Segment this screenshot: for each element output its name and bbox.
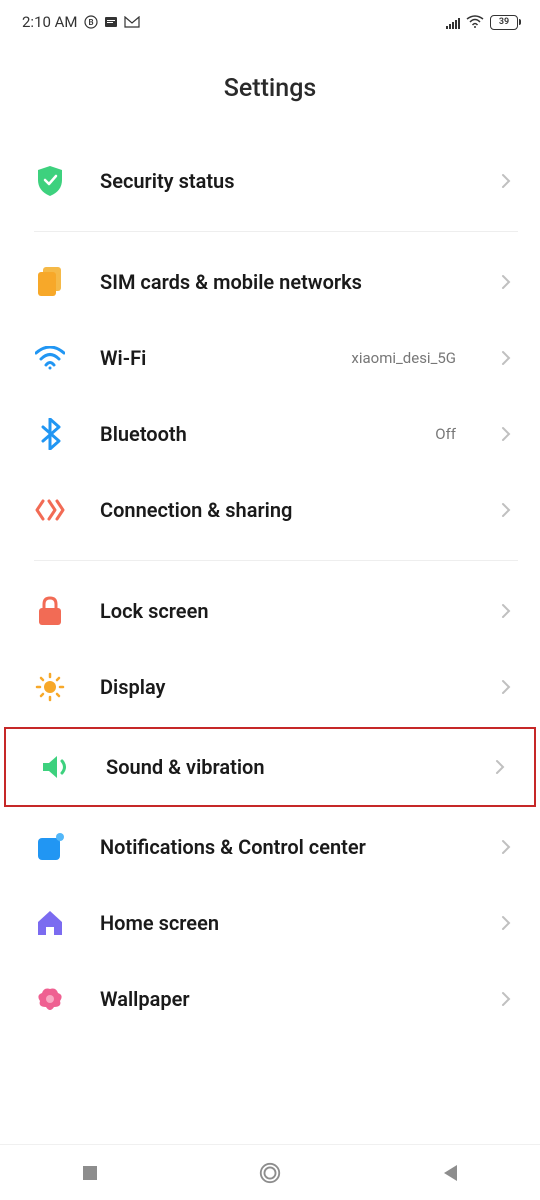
speaker-icon — [40, 751, 72, 783]
battery-icon: 39 — [490, 15, 518, 30]
brightness-icon — [34, 671, 66, 703]
wifi-icon — [34, 342, 66, 374]
row-label: Lock screen — [100, 599, 466, 623]
highlight-sound-vibration: Sound & vibration — [4, 727, 536, 807]
chevron-right-icon — [500, 273, 518, 291]
row-label: Sound & vibration — [106, 755, 460, 779]
row-display[interactable]: Display — [0, 649, 540, 725]
chevron-right-icon — [500, 678, 518, 696]
row-label: Wallpaper — [100, 987, 466, 1011]
back-button[interactable] — [438, 1161, 462, 1185]
row-wallpaper[interactable]: Wallpaper — [0, 961, 540, 1037]
chevron-right-icon — [500, 914, 518, 932]
status-time: 2:10 AM — [22, 13, 78, 31]
gmail-icon — [124, 16, 140, 28]
chevron-right-icon — [500, 349, 518, 367]
row-sound-vibration[interactable]: Sound & vibration — [6, 729, 534, 805]
row-security-status[interactable]: Security status — [0, 143, 540, 219]
home-button[interactable] — [258, 1161, 282, 1185]
settings-list: Security status SIM cards & mobile netwo… — [0, 143, 540, 1037]
svg-text:B: B — [88, 18, 93, 27]
flower-icon — [34, 983, 66, 1015]
home-icon — [34, 907, 66, 939]
recents-button[interactable] — [78, 1161, 102, 1185]
row-home-screen[interactable]: Home screen — [0, 885, 540, 961]
row-label: Display — [100, 675, 466, 699]
bluetooth-icon — [34, 418, 66, 450]
chevron-right-icon — [500, 172, 518, 190]
row-label: Wi-Fi — [100, 346, 317, 370]
row-label: Notifications & Control center — [100, 835, 466, 859]
row-notifications[interactable]: Notifications & Control center — [0, 809, 540, 885]
message-icon — [104, 15, 118, 29]
notifications-icon — [34, 831, 66, 863]
chevron-right-icon — [494, 758, 512, 776]
chevron-right-icon — [500, 838, 518, 856]
status-bar: 2:10 AM B 39 — [0, 0, 540, 44]
chevron-right-icon — [500, 990, 518, 1008]
navigation-bar — [0, 1144, 540, 1200]
row-label: Bluetooth — [100, 422, 401, 446]
status-b-icon: B — [84, 15, 98, 29]
row-wifi[interactable]: Wi-Fi xiaomi_desi_5G — [0, 320, 540, 396]
row-value: Off — [435, 425, 456, 443]
chevron-right-icon — [500, 602, 518, 620]
divider — [34, 231, 518, 232]
wifi-signal-icon — [466, 15, 484, 29]
row-label: Security status — [100, 169, 466, 193]
divider — [34, 560, 518, 561]
row-bluetooth[interactable]: Bluetooth Off — [0, 396, 540, 472]
page-title: Settings — [0, 44, 540, 143]
row-label: Home screen — [100, 911, 466, 935]
row-label: Connection & sharing — [100, 498, 466, 522]
row-connection-sharing[interactable]: Connection & sharing — [0, 472, 540, 548]
row-sim-cards[interactable]: SIM cards & mobile networks — [0, 244, 540, 320]
row-value: xiaomi_desi_5G — [351, 349, 456, 367]
row-lock-screen[interactable]: Lock screen — [0, 573, 540, 649]
lock-icon — [34, 595, 66, 627]
sim-card-icon — [34, 266, 66, 298]
cellular-signal-icon — [446, 16, 460, 29]
row-label: SIM cards & mobile networks — [100, 270, 466, 294]
chevron-right-icon — [500, 501, 518, 519]
share-icon — [34, 494, 66, 526]
shield-check-icon — [34, 165, 66, 197]
chevron-right-icon — [500, 425, 518, 443]
